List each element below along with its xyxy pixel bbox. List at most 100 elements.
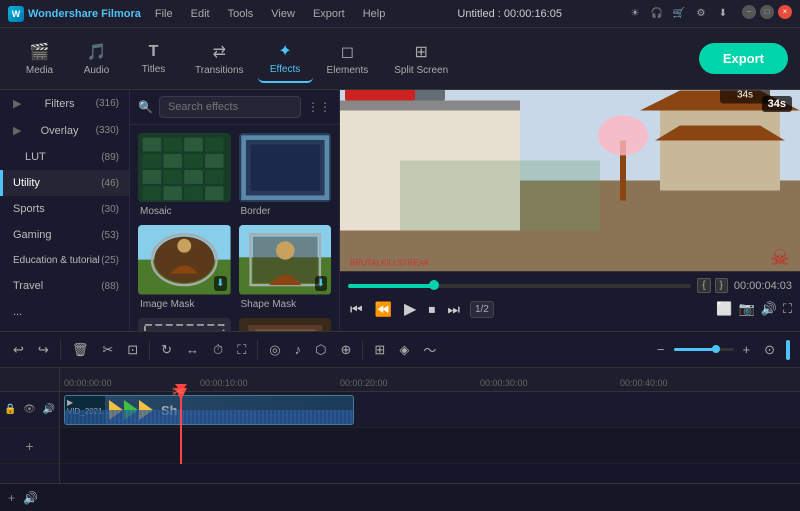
menu-help[interactable]: Help bbox=[355, 6, 394, 22]
category-more[interactable]: ... bbox=[0, 299, 129, 325]
rotate-button[interactable]: ↻ bbox=[156, 338, 177, 362]
cart-icon[interactable]: 🛒 bbox=[670, 5, 688, 23]
effects-panel: ▶ Filters (316) ▶ Overlay (330) LUT (89) bbox=[0, 90, 340, 331]
audio-track-row bbox=[60, 428, 800, 464]
category-education[interactable]: Education & tutorial (25) bbox=[0, 248, 129, 273]
zoom-in-button[interactable]: ⊕ bbox=[336, 338, 357, 362]
category-travel[interactable]: Travel (88) bbox=[0, 273, 129, 299]
add-marker-button[interactable]: ◈ bbox=[394, 338, 414, 362]
tool-media[interactable]: 🎬 Media bbox=[12, 36, 67, 82]
tool-transitions[interactable]: ⇄ Transitions bbox=[183, 36, 256, 82]
menu-tools[interactable]: Tools bbox=[220, 6, 262, 22]
wave-button[interactable]: 〜 bbox=[418, 336, 441, 363]
export-button[interactable]: Export bbox=[699, 43, 788, 74]
stabilize-button[interactable]: ◎ bbox=[264, 338, 285, 362]
menu-export[interactable]: Export bbox=[305, 6, 353, 22]
timeline-tracks: 00:00:00:00 00:00:10:00 00:00:20:00 00:0… bbox=[60, 368, 800, 483]
category-utility[interactable]: Utility (46) bbox=[0, 170, 129, 196]
grid-options-icon[interactable]: ⋮⋮ bbox=[307, 100, 331, 114]
effect-mosaic[interactable]: Mosaic bbox=[138, 133, 231, 217]
category-name: Utility bbox=[13, 177, 40, 189]
timeline-playhead[interactable] bbox=[180, 392, 182, 464]
download-icon[interactable]: ⬇ bbox=[714, 5, 732, 23]
volume-slider-button[interactable]: 🔊 bbox=[23, 491, 38, 505]
track-labels: 🔒 👁 🔊 + bbox=[0, 368, 60, 483]
audio-waveform bbox=[65, 410, 353, 424]
effect-border-label: Border bbox=[239, 206, 332, 217]
elements-icon: ◻ bbox=[341, 42, 354, 62]
scissors-icon: ✂ bbox=[172, 382, 185, 402]
effect-image-mask[interactable]: ⬇ Image Mask bbox=[138, 225, 231, 309]
category-sports[interactable]: Sports (30) bbox=[0, 196, 129, 222]
category-lut[interactable]: LUT (89) bbox=[0, 144, 129, 170]
progress-handle[interactable] bbox=[429, 280, 439, 290]
bracket-out[interactable]: } bbox=[715, 278, 728, 293]
elements-label: Elements bbox=[327, 65, 369, 76]
preview-camera-icon[interactable]: 📷 bbox=[739, 301, 755, 317]
step-fwd-button[interactable]: ⏭ bbox=[445, 299, 462, 320]
fit-button[interactable]: ⊙ bbox=[759, 338, 780, 362]
stop-button[interactable]: ⏹ bbox=[426, 299, 437, 320]
cut-button[interactable]: ✂ bbox=[97, 338, 118, 362]
media-icon: 🎬 bbox=[30, 42, 50, 62]
search-input[interactable] bbox=[159, 96, 301, 118]
video-clip[interactable]: ▶ VID_2021... Sh bbox=[64, 395, 354, 425]
play-back-button[interactable]: ⏪ bbox=[373, 299, 394, 320]
minimize-button[interactable]: − bbox=[742, 5, 756, 19]
menu-file[interactable]: File bbox=[147, 6, 181, 22]
search-bar: 🔍 ⋮⋮ bbox=[130, 90, 339, 125]
preview-fullscreen-icon[interactable]: ⛶ bbox=[783, 301, 792, 317]
separator-4 bbox=[362, 340, 363, 360]
category-name: Sports bbox=[13, 203, 45, 215]
effect-shape-mask[interactable]: ⬇ Shape Mask bbox=[239, 225, 332, 309]
step-back-button[interactable]: ⏮ bbox=[348, 299, 365, 320]
headphone-icon[interactable]: 🎧 bbox=[648, 5, 666, 23]
tool-elements[interactable]: ◻ Elements bbox=[315, 36, 381, 82]
category-overlay[interactable]: ▶ Overlay (330) bbox=[0, 117, 129, 144]
separator-2 bbox=[149, 340, 150, 360]
zoom-plus-button[interactable]: + bbox=[738, 338, 756, 361]
undo-button[interactable]: ↩ bbox=[8, 338, 29, 362]
preview-time: 00:00:04:03 bbox=[734, 280, 792, 292]
settings-icon[interactable]: ⚙ bbox=[692, 5, 710, 23]
maximize-button[interactable]: □ bbox=[760, 5, 774, 19]
plus-track-icon[interactable]: + bbox=[25, 438, 33, 454]
crop-button[interactable]: ⊡ bbox=[122, 338, 143, 362]
effects-row: ▶ Filters (316) ▶ Overlay (330) LUT (89) bbox=[0, 90, 339, 331]
tool-titles[interactable]: T Titles bbox=[126, 37, 181, 81]
download-badge-shapemask: ⬇ bbox=[315, 276, 327, 291]
audio-edit-button[interactable]: ♪ bbox=[290, 338, 307, 361]
delete-button[interactable]: 🗑 bbox=[67, 338, 94, 362]
redo-button[interactable]: ↪ bbox=[33, 338, 54, 362]
effect-border[interactable]: Border bbox=[239, 133, 332, 217]
speed-selector[interactable]: 1/2 bbox=[470, 301, 494, 318]
progress-bar[interactable] bbox=[348, 284, 691, 288]
speed-button[interactable]: ⏱ bbox=[208, 338, 228, 362]
flip-button[interactable]: ↔ bbox=[181, 338, 204, 361]
effect-6[interactable]: ⬇ bbox=[239, 318, 332, 331]
ruler-40: 00:00:40:00 bbox=[620, 378, 668, 388]
effect-5[interactable]: ⬇ bbox=[138, 318, 231, 331]
sun-icon[interactable]: ☀ bbox=[626, 5, 644, 23]
preview-volume-icon[interactable]: 🔊 bbox=[761, 301, 777, 317]
tool-audio[interactable]: 🎵 Audio bbox=[69, 36, 124, 82]
mask-button[interactable]: ⬡ bbox=[310, 338, 331, 362]
tool-effects[interactable]: ✦ Effects bbox=[258, 35, 313, 83]
tool-split-screen[interactable]: ⊞ Split Screen bbox=[382, 36, 460, 82]
play-button[interactable]: ▶ bbox=[402, 297, 418, 321]
category-name: Education & tutorial bbox=[13, 255, 100, 266]
category-filters[interactable]: ▶ Filters (316) bbox=[0, 90, 129, 117]
close-button[interactable]: × bbox=[778, 5, 792, 19]
titles-label: Titles bbox=[142, 64, 166, 75]
category-gaming[interactable]: Gaming (53) bbox=[0, 222, 129, 248]
preview-clip-icon[interactable]: ⬜ bbox=[716, 301, 732, 317]
snap-button[interactable]: ⊞ bbox=[369, 338, 390, 362]
bracket-in[interactable]: { bbox=[697, 278, 710, 293]
fullscreen-button[interactable]: ⛶ bbox=[232, 338, 251, 362]
zoom-minus-button[interactable]: − bbox=[652, 338, 670, 361]
download-badge-imgmask: ⬇ bbox=[214, 276, 226, 291]
add-track-button[interactable]: + bbox=[8, 491, 15, 505]
titlebar: W Wondershare Filmora File Edit Tools Vi… bbox=[0, 0, 800, 28]
menu-view[interactable]: View bbox=[263, 6, 303, 22]
menu-edit[interactable]: Edit bbox=[183, 6, 218, 22]
